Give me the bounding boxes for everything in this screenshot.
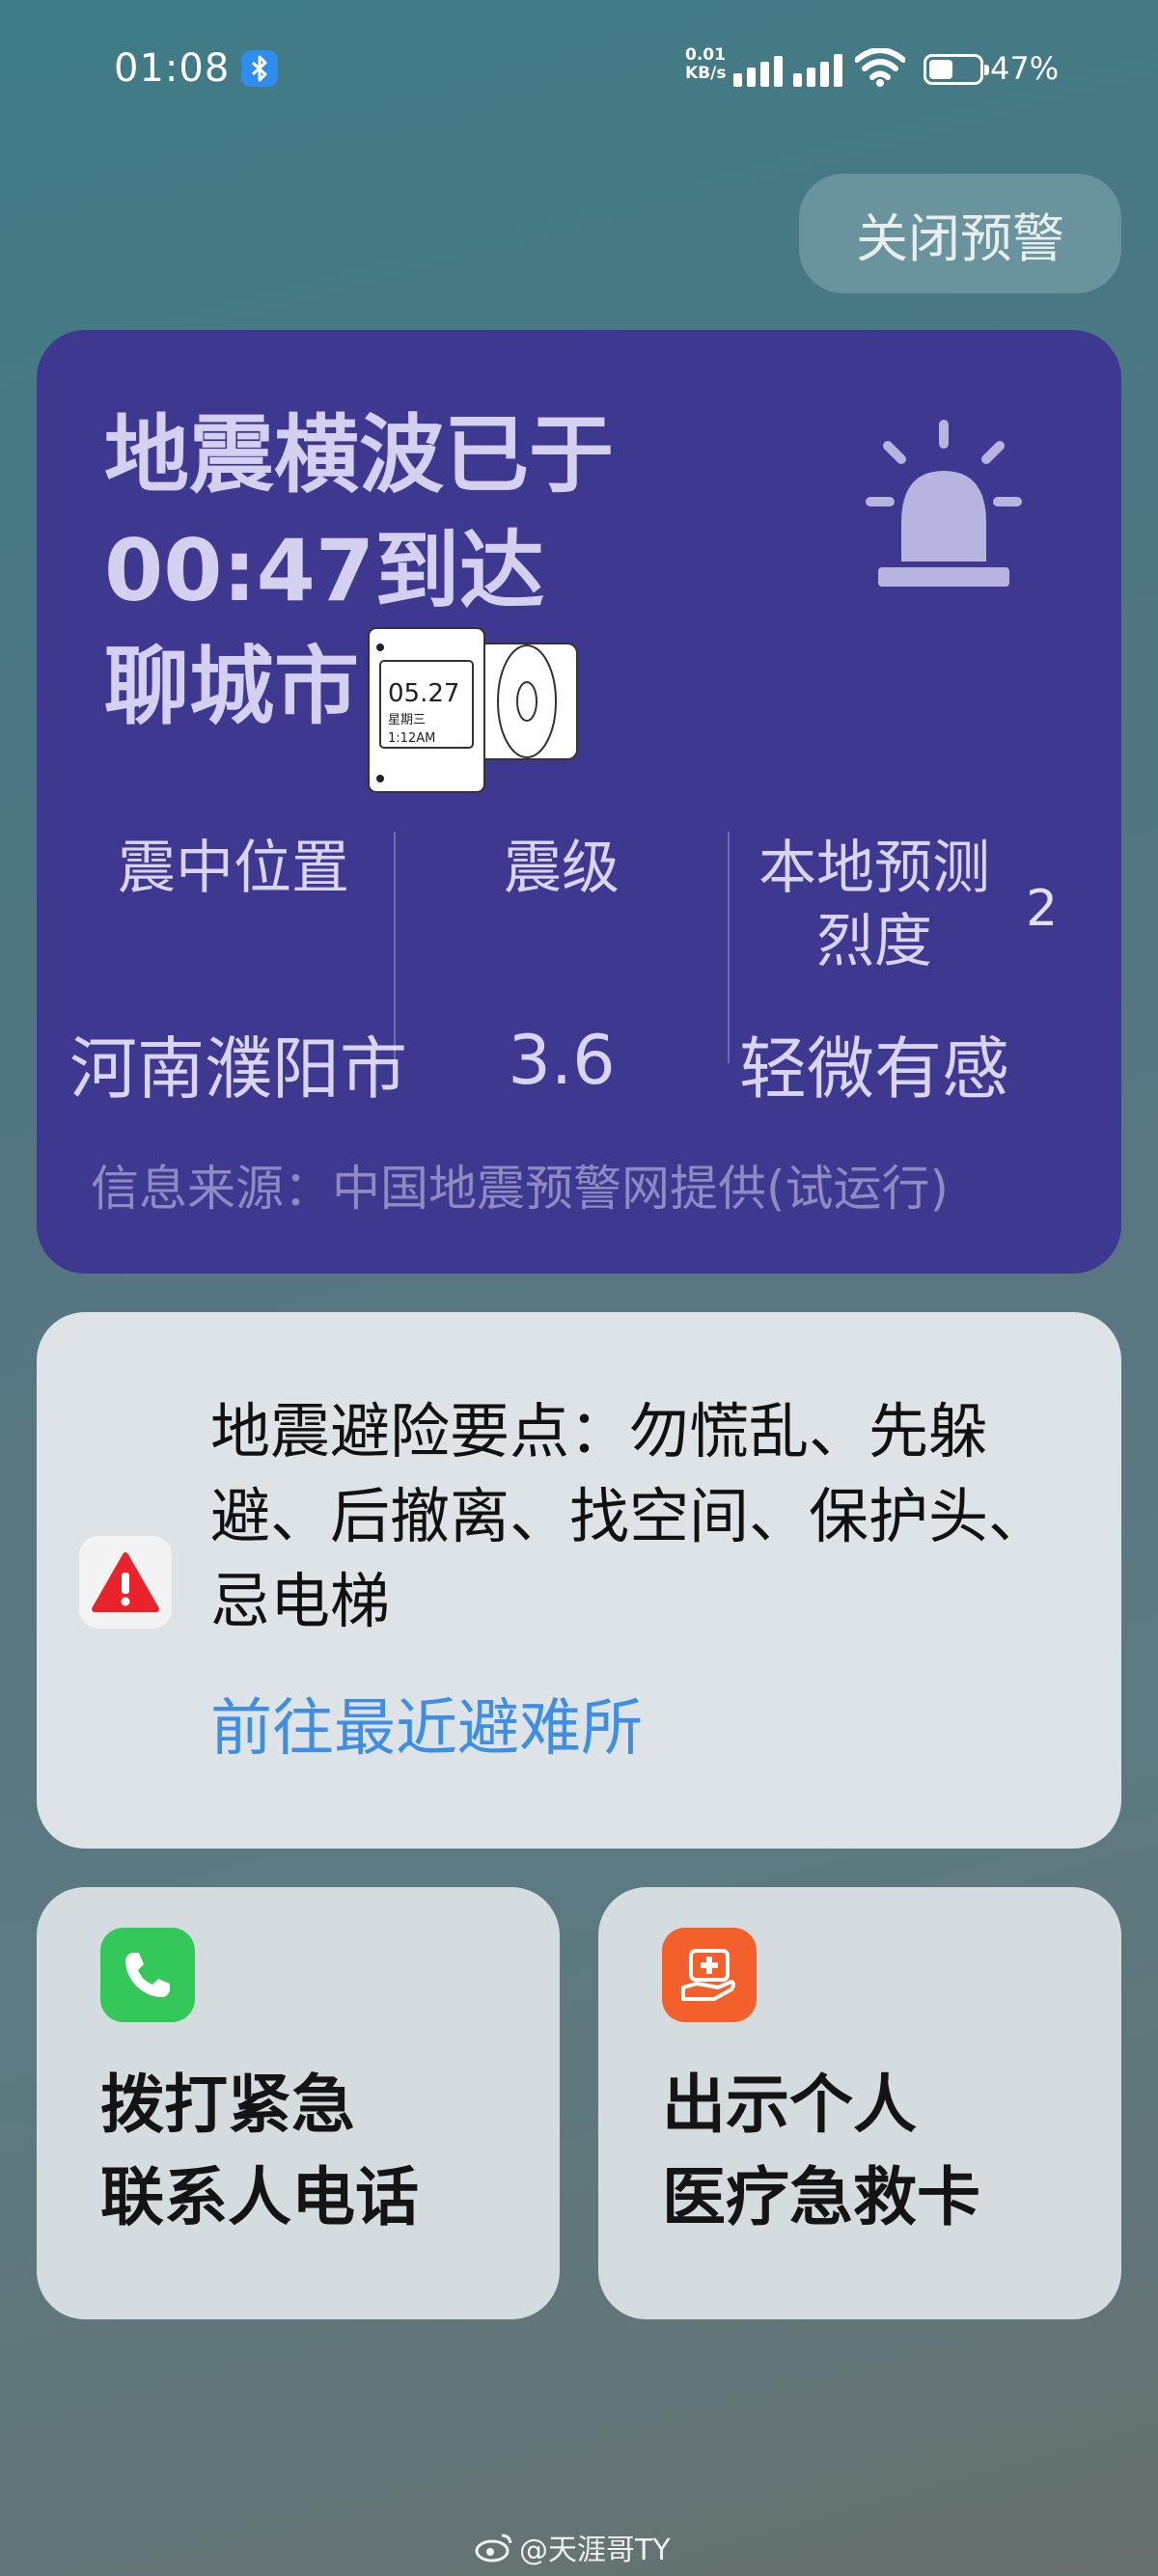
medical-card-card[interactable]: 出示个人 医疗急救卡 — [598, 1887, 1121, 2319]
call-emergency-contact-card[interactable]: 拨打紧急 联系人电话 — [37, 1887, 560, 2319]
info-source: 信息来源：中国地震预警网提供(试运行) — [91, 1161, 950, 1217]
magnitude-column: 震级 3.6 — [396, 832, 728, 1100]
medical-label-line2: 医疗急救卡 — [662, 2160, 980, 2234]
intensity-label: 本地预测烈度 — [758, 835, 990, 975]
call-label-line2: 联系人电话 — [100, 2160, 419, 2234]
battery-level — [929, 60, 952, 79]
medical-card-label: 出示个人 医疗急救卡 — [662, 2059, 1106, 2244]
intensity-number: 2 — [1026, 880, 1059, 938]
status-time: 01:08 — [114, 46, 231, 91]
alert-info-columns: 震中位置 河南濮阳市 震级 3.6 本地预测烈度 轻微有感 — [37, 832, 1121, 1109]
sticker-date: 05.27 — [388, 679, 459, 708]
epicenter-value: 河南濮阳市 — [69, 1029, 407, 1109]
sticker-time: 1:12AM — [388, 731, 435, 746]
watermark-text: @天涯哥TY — [519, 2534, 671, 2567]
phone-icon — [100, 1928, 195, 2022]
network-speed-value: 0.01 — [685, 45, 726, 65]
signal-icon — [733, 54, 842, 87]
bluetooth-icon — [241, 50, 278, 87]
wifi-icon — [855, 48, 905, 87]
epicenter-label: 震中位置 — [118, 835, 349, 902]
intensity-value: 轻微有感 — [739, 1029, 1009, 1109]
battery-icon — [924, 54, 989, 85]
battery-percent: 47% — [990, 50, 1060, 87]
alert-title-line2: 00:47到达 — [104, 521, 545, 620]
siren-icon — [866, 420, 1022, 587]
epicenter-column: 震中位置 河南濮阳市 — [50, 832, 417, 1109]
calendar-sticker: 05.27 星期三 1:12AM — [368, 627, 578, 793]
earthquake-alert-card: 地震横波已于 00:47到达 聊城市 05.27 星期三 1:12AM 震中位置… — [37, 330, 1121, 1274]
warning-icon — [79, 1536, 172, 1629]
weibo-icon — [475, 2534, 512, 2562]
call-emergency-contact-label: 拨打紧急 联系人电话 — [100, 2059, 544, 2244]
alert-title-line1: 地震横波已于 — [104, 405, 615, 505]
watermark: @天涯哥TY — [475, 2526, 671, 2568]
magnitude-label: 震级 — [504, 835, 620, 902]
medical-label-line1: 出示个人 — [662, 2068, 917, 2142]
network-speed-unit: KB/s — [685, 64, 727, 83]
magnitude-value: 3.6 — [508, 1021, 616, 1100]
network-speed: 0.01 KB/s — [685, 46, 726, 83]
safety-tips-card: 地震避险要点：勿慌乱、先躲避、后撤离、找空间、保护头、忌电梯 前往最近避难所 — [37, 1312, 1121, 1849]
sticker-weekday: 星期三 — [388, 713, 426, 727]
status-bar: 01:08 0.01 KB/s 47% — [0, 0, 1158, 145]
intensity-column: 本地预测烈度 轻微有感 — [730, 832, 1019, 1109]
nearest-shelter-link[interactable]: 前往最近避难所 — [210, 1679, 643, 1768]
safety-tips-text: 地震避险要点：勿慌乱、先躲避、后撤离、找空间、保护头、忌电梯 — [210, 1396, 1049, 1636]
close-warning-button[interactable]: 关闭预警 — [799, 174, 1121, 293]
medical-card-icon — [662, 1928, 757, 2022]
call-label-line1: 拨打紧急 — [100, 2068, 355, 2142]
